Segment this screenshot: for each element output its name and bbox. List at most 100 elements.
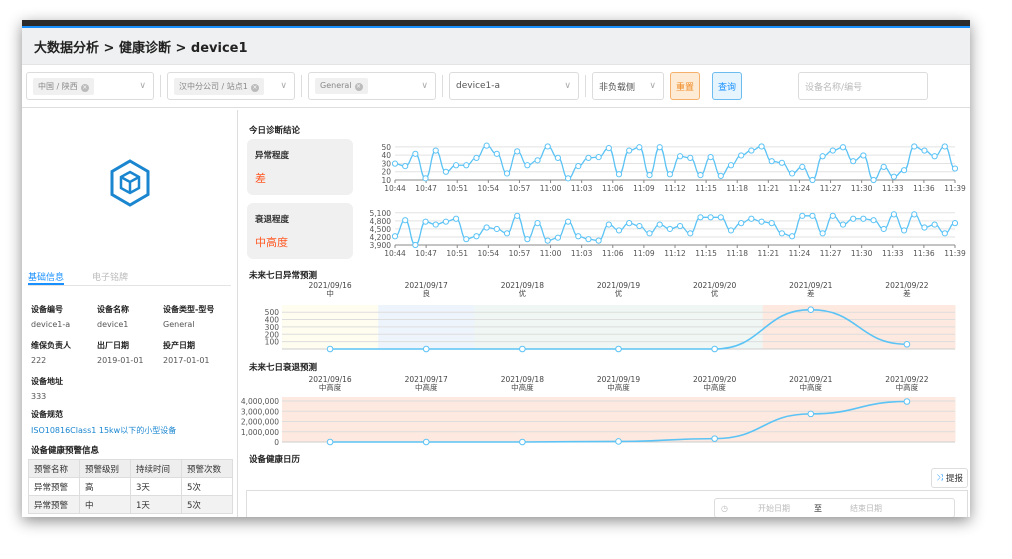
data-point bbox=[819, 153, 826, 160]
data-point bbox=[422, 218, 429, 225]
field-label: 维保负责人 bbox=[31, 341, 71, 350]
x-tick-label: 11:09 bbox=[633, 184, 655, 193]
data-point bbox=[839, 144, 847, 151]
type-tag: General bbox=[320, 81, 352, 90]
clear-icon[interactable]: × bbox=[354, 83, 363, 91]
x-tick-label: 11:39 bbox=[944, 249, 966, 258]
data-point bbox=[615, 345, 622, 353]
field-value: General bbox=[163, 320, 195, 329]
clear-icon[interactable]: × bbox=[80, 83, 89, 92]
data-point bbox=[544, 237, 551, 244]
data-point bbox=[799, 212, 806, 219]
data-point bbox=[483, 224, 490, 231]
grade-label: 差 bbox=[807, 288, 815, 298]
data-point bbox=[870, 217, 877, 224]
y-tick-label: 4,500 bbox=[370, 225, 392, 234]
data-point bbox=[524, 162, 531, 169]
data-point bbox=[676, 153, 684, 160]
data-point bbox=[727, 227, 735, 234]
x-tick-label: 11:06 bbox=[602, 249, 624, 258]
data-point bbox=[519, 345, 526, 353]
data-point bbox=[850, 215, 857, 222]
data-point bbox=[656, 144, 663, 151]
type-select[interactable]: General × ∨ bbox=[308, 72, 436, 100]
device-select[interactable]: device1-a ∨ bbox=[449, 72, 579, 100]
data-point bbox=[738, 220, 745, 227]
data-point bbox=[605, 221, 612, 228]
data-point bbox=[687, 230, 694, 237]
x-tick-label: 11:03 bbox=[571, 184, 593, 193]
y-tick-label: 5,100 bbox=[370, 209, 392, 218]
data-point bbox=[807, 306, 815, 314]
data-point bbox=[554, 154, 562, 162]
data-point bbox=[941, 230, 948, 237]
end-date-input[interactable]: 结束日期 bbox=[850, 503, 882, 514]
data-point bbox=[442, 218, 450, 225]
x-tick-label: 11:24 bbox=[789, 184, 811, 193]
data-point bbox=[890, 211, 898, 218]
data-point bbox=[758, 143, 765, 150]
standard-link[interactable]: ISO10816Class1 15kw以下的小型设备 bbox=[31, 425, 176, 436]
diagnosis-panel: 今日诊断结论 异常程度差 衰退程度 中高度 未来七日异常预测 未来七日衰退预测 设… bbox=[240, 110, 970, 517]
data-point bbox=[493, 225, 500, 233]
data-point bbox=[626, 220, 633, 227]
data-point bbox=[452, 215, 460, 222]
series-line bbox=[394, 144, 956, 181]
clear-icon[interactable]: × bbox=[250, 83, 259, 92]
warning-table: 预警名称 预警级别 持续时间 预警次数 异常预警高 3天 5次 异常预警中 1天 5次 bbox=[28, 459, 233, 514]
data-point bbox=[391, 160, 399, 167]
calendar-box: ◷ 开始日期 至 结束日期 bbox=[246, 490, 968, 517]
data-point bbox=[829, 212, 836, 219]
grade-band bbox=[474, 397, 571, 442]
data-point bbox=[595, 237, 602, 244]
col-header: 预警名称 bbox=[28, 459, 80, 478]
data-point bbox=[727, 162, 735, 169]
data-point bbox=[880, 163, 887, 171]
side-select[interactable]: 非负载侧 ∨ bbox=[592, 72, 664, 100]
data-point bbox=[422, 345, 430, 353]
grade-label: 良 bbox=[422, 288, 430, 298]
data-point bbox=[666, 225, 674, 233]
site-select[interactable]: 汉中分公司 / 站点1 × ∨ bbox=[167, 72, 295, 100]
field-value: device1 bbox=[97, 320, 129, 329]
data-point bbox=[799, 163, 806, 171]
data-point bbox=[758, 218, 765, 225]
grade-label: 中高度 bbox=[511, 382, 534, 392]
chevron-down-icon: ∨ bbox=[649, 81, 656, 91]
filter-bar: 中国 / 陕西 × ∨ 汉中分公司 / 站点1 × ∨ General × ∨ device… bbox=[22, 64, 970, 108]
query-button[interactable]: 查询 bbox=[712, 72, 743, 100]
data-point bbox=[707, 153, 714, 161]
data-point bbox=[711, 345, 718, 353]
y-tick-label: 0 bbox=[274, 438, 279, 447]
grade-band bbox=[666, 397, 764, 442]
grade-label: 中高度 bbox=[896, 382, 919, 392]
data-point bbox=[326, 438, 334, 446]
tab-nameplate[interactable]: 电子铭牌 bbox=[92, 268, 128, 285]
region-select[interactable]: 中国 / 陕西 × ∨ bbox=[26, 72, 154, 100]
field-value: device1-a bbox=[31, 320, 71, 329]
data-point bbox=[432, 221, 439, 228]
data-point bbox=[870, 176, 877, 184]
data-point bbox=[514, 148, 521, 155]
data-point bbox=[931, 221, 938, 228]
x-tick-label: 11:33 bbox=[882, 184, 904, 193]
start-date-input[interactable]: 开始日期 bbox=[758, 503, 790, 514]
data-point bbox=[951, 165, 959, 172]
data-point bbox=[911, 211, 918, 218]
x-tick-label: 11:00 bbox=[540, 249, 562, 258]
data-point bbox=[564, 175, 572, 182]
data-point bbox=[605, 144, 612, 152]
data-point bbox=[778, 230, 786, 237]
reset-button[interactable]: 重置 bbox=[670, 72, 701, 100]
date-range-picker[interactable]: ◷ 开始日期 至 结束日期 bbox=[714, 498, 955, 517]
grade-band bbox=[378, 397, 475, 442]
cell: 5次 bbox=[181, 477, 233, 496]
x-tick-label: 10:51 bbox=[446, 184, 468, 193]
tab-basic-info[interactable]: 基础信息 bbox=[28, 268, 65, 285]
report-button[interactable]: ⤨ 提报 bbox=[931, 468, 968, 488]
device-search-input[interactable]: 设备名称/编号 bbox=[798, 72, 929, 100]
x-tick-label: 11:36 bbox=[913, 249, 935, 258]
data-point bbox=[809, 176, 816, 184]
charts-svg: 102030405010:44 10:47 10:51 10:54 10:57 11:00… bbox=[241, 142, 966, 447]
data-point bbox=[402, 162, 409, 170]
